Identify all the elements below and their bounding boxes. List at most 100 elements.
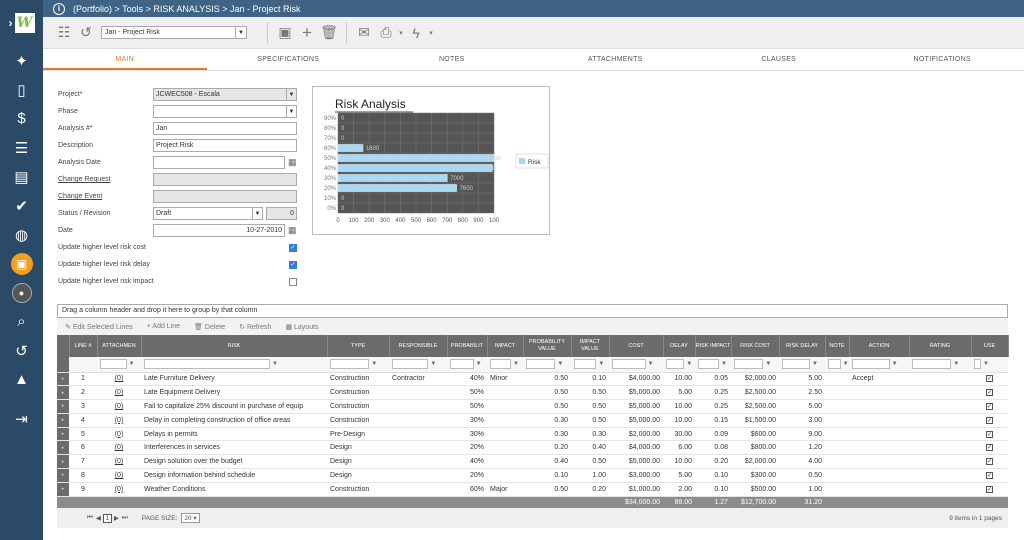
filter-icon[interactable]: ▼ xyxy=(953,361,959,367)
column-header[interactable]: RISK COST xyxy=(731,335,780,357)
list-icon[interactable]: ☷ xyxy=(53,24,75,41)
filter-icon[interactable]: ▼ xyxy=(983,361,989,367)
column-header[interactable]: RESPONSIBLE xyxy=(389,335,448,357)
filter-icon[interactable]: ▼ xyxy=(129,361,135,367)
filter-input[interactable] xyxy=(392,359,429,370)
filter-icon[interactable]: ▼ xyxy=(598,361,604,367)
check-icon[interactable]: ✔ xyxy=(0,191,43,220)
expand-row-icon[interactable]: ▸ xyxy=(57,413,69,428)
expand-row-icon[interactable]: ▸ xyxy=(57,440,69,456)
lightbulb-icon[interactable]: ✦ xyxy=(0,46,43,75)
cell-att[interactable]: (0) xyxy=(97,372,141,387)
cell-att[interactable]: (0) xyxy=(97,454,141,470)
use-checkbox[interactable]: ✓ xyxy=(971,454,1008,470)
tab-clauses[interactable]: CLAUSES xyxy=(697,50,861,70)
report-icon[interactable]: ▤ xyxy=(0,162,43,191)
prev-page-icon[interactable]: ◀ xyxy=(96,514,101,522)
column-header[interactable]: RATING xyxy=(909,335,972,357)
change-request-link[interactable]: Change Request xyxy=(58,176,153,183)
filter-input[interactable] xyxy=(330,359,370,370)
filter-input[interactable] xyxy=(490,359,511,370)
column-filter[interactable]: ▼ xyxy=(779,357,825,373)
column-filter[interactable]: ▼ xyxy=(447,357,487,373)
chevron-down-icon[interactable]: ▼ xyxy=(235,27,246,38)
expand-row-icon[interactable]: ▸ xyxy=(57,454,69,470)
dollar-icon[interactable]: $ xyxy=(0,104,43,133)
filter-input[interactable] xyxy=(912,359,952,370)
group-by-bar[interactable]: Drag a column header and drop it here to… xyxy=(57,304,1008,318)
logout-icon[interactable]: ⇥ xyxy=(0,404,43,433)
filter-input[interactable] xyxy=(666,359,685,370)
column-filter[interactable]: ▼ xyxy=(849,357,909,373)
use-checkbox[interactable]: ✓ xyxy=(971,385,1008,401)
cell-att[interactable]: (0) xyxy=(97,399,141,414)
update-impact-checkbox[interactable] xyxy=(289,277,297,286)
lightning-icon[interactable]: ϟ xyxy=(405,25,427,41)
cell-att[interactable]: (0) xyxy=(97,385,141,401)
column-filter[interactable]: ▼ xyxy=(909,357,971,373)
analysis-date-input[interactable] xyxy=(153,156,285,169)
tab-notes[interactable]: NOTES xyxy=(370,50,534,70)
update-cost-checkbox[interactable]: ✓ xyxy=(289,243,297,252)
column-header[interactable]: IMPACT VALUE xyxy=(571,335,610,357)
column-filter[interactable]: ▼ xyxy=(487,357,523,373)
record-select[interactable]: Jan - Project Risk ▼ xyxy=(101,26,247,39)
column-header[interactable]: RISK xyxy=(141,335,328,357)
column-filter[interactable]: ▼ xyxy=(389,357,447,373)
filter-icon[interactable]: ▼ xyxy=(272,361,278,367)
calendar-icon[interactable]: ▦ xyxy=(288,225,297,236)
column-header[interactable]: TYPE xyxy=(327,335,390,357)
column-header[interactable]: LINE # xyxy=(69,335,98,357)
column-filter[interactable]: ▼ xyxy=(971,357,1008,373)
column-header[interactable]: USE xyxy=(971,335,1009,357)
expand-row-icon[interactable]: ▸ xyxy=(57,427,69,442)
change-request-input[interactable] xyxy=(153,173,297,186)
tab-attachments[interactable]: ATTACHMENTS xyxy=(534,50,698,70)
column-header[interactable]: COST xyxy=(609,335,664,357)
next-page-icon[interactable]: ▶ xyxy=(114,514,119,522)
column-filter[interactable]: ▼ xyxy=(571,357,609,373)
filter-input[interactable] xyxy=(574,359,597,370)
chevron-down-icon[interactable]: ▾ xyxy=(397,29,405,37)
use-checkbox[interactable]: ✓ xyxy=(971,468,1008,483)
use-checkbox[interactable]: ✓ xyxy=(971,482,1008,497)
info-icon[interactable]: i xyxy=(53,2,65,15)
status-select[interactable]: Draft ▼ xyxy=(153,207,263,220)
filter-icon[interactable]: ▼ xyxy=(476,361,482,367)
filter-icon[interactable]: ▼ xyxy=(765,361,771,367)
use-checkbox[interactable]: ✓ xyxy=(971,440,1008,456)
column-header[interactable]: ATTACHMEN xyxy=(97,335,142,357)
filter-input[interactable] xyxy=(852,359,890,370)
cell-att[interactable]: (0) xyxy=(97,482,141,497)
expand-row-icon[interactable]: ▸ xyxy=(57,482,69,497)
cell-att[interactable]: (0) xyxy=(97,413,141,428)
filter-input[interactable] xyxy=(782,359,810,370)
use-checkbox[interactable]: ✓ xyxy=(971,427,1008,442)
table-row[interactable]: ▸ 1 (0) Late Furniture Delivery Construction… xyxy=(57,372,1008,387)
table-row[interactable]: ▸ 9 (0) Weather Conditions Construction 60% Ma… xyxy=(57,482,1008,497)
filter-icon[interactable]: ▼ xyxy=(843,361,849,367)
refresh-button[interactable]: ↻ Refresh xyxy=(239,323,271,331)
first-page-icon[interactable]: ⏮ xyxy=(87,514,93,522)
expand-row-icon[interactable]: ▸ xyxy=(57,399,69,414)
bars-icon[interactable]: ☰ xyxy=(0,133,43,162)
column-header[interactable]: ACTION xyxy=(849,335,910,357)
cell-att[interactable]: (0) xyxy=(97,468,141,483)
filter-input[interactable] xyxy=(526,359,556,370)
column-filter[interactable]: ▼ xyxy=(825,357,849,373)
table-row[interactable]: ▸ 3 (0) Fail to capitalize 25% discount in … xyxy=(57,399,1008,414)
cell-att[interactable]: (0) xyxy=(97,440,141,456)
chevron-down-icon[interactable]: ▾ xyxy=(427,29,435,37)
history-icon[interactable]: ↺ xyxy=(75,24,97,41)
table-row[interactable]: ▸ 6 (0) Interferences in services Design 20% 0… xyxy=(57,440,1008,456)
column-filter[interactable]: ▼ xyxy=(523,357,571,373)
column-filter[interactable]: ▼ xyxy=(327,357,389,373)
chevron-down-icon[interactable]: ▼ xyxy=(286,89,296,100)
edit-lines-button[interactable]: ✎ Edit Selected Lines xyxy=(65,323,133,331)
filter-icon[interactable]: ▼ xyxy=(648,361,654,367)
filter-input[interactable] xyxy=(612,359,646,370)
last-page-icon[interactable]: ⏭ xyxy=(122,514,128,522)
use-checkbox[interactable]: ✓ xyxy=(971,372,1008,387)
column-header[interactable]: DELAY xyxy=(663,335,696,357)
add-icon[interactable]: + xyxy=(296,23,318,43)
